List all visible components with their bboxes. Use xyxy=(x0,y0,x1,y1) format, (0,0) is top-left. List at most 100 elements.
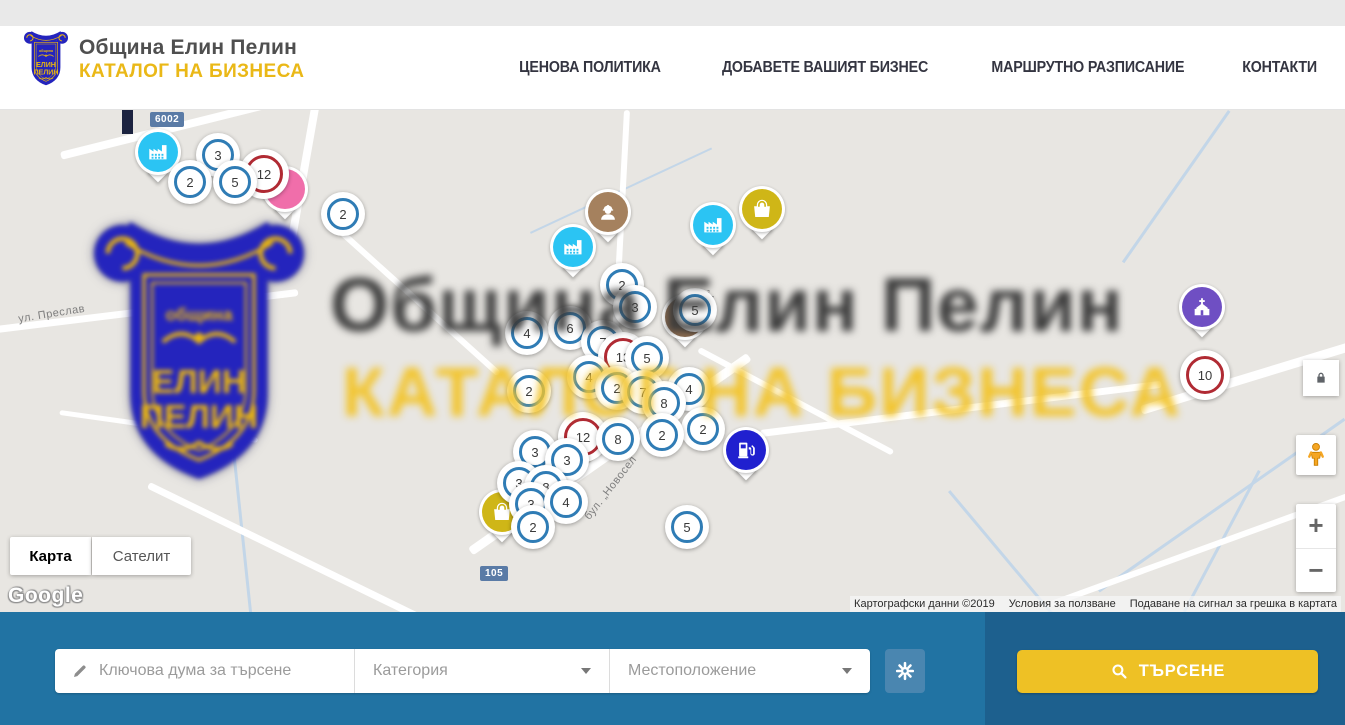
nav-route-schedule-link[interactable]: МАРШРУТНО РАЗПИСАНИЕ xyxy=(991,59,1184,77)
category-select[interactable]: Категория xyxy=(355,649,610,693)
search-icon xyxy=(1110,662,1129,681)
google-logo[interactable]: Google xyxy=(8,584,83,608)
site-title: Община Елин Пелин xyxy=(79,36,304,60)
map-water-line xyxy=(228,412,264,612)
main-nav: ЦЕНОВА ПОЛИТИКА ДОБАВЕТЕ ВАШИЯТ БИЗНЕС М… xyxy=(513,26,1320,110)
cluster-count: 2 xyxy=(186,175,193,190)
nav-add-business-link[interactable]: ДОБАВЕТЕ ВАШИЯТ БИЗНЕС xyxy=(722,59,928,77)
search-button-label: ТЪРСЕНЕ xyxy=(1139,662,1225,681)
cluster-count: 5 xyxy=(231,175,238,190)
keyword-field-cell xyxy=(55,649,355,693)
cluster-count: 4 xyxy=(585,370,592,385)
map-attribution: Картографски данни ©2019 Условия за полз… xyxy=(850,596,1341,612)
chevron-down-icon xyxy=(842,668,852,674)
cluster-marker[interactable]: 4 xyxy=(505,311,549,355)
cluster-count: 8 xyxy=(660,396,667,411)
cluster-count: 4 xyxy=(562,495,569,510)
location-select[interactable]: Местоположение xyxy=(610,649,870,693)
cluster-count: 3 xyxy=(214,148,221,163)
cluster-count: 2 xyxy=(658,428,665,443)
factory-icon xyxy=(562,236,584,258)
zoom-control: + − xyxy=(1296,504,1336,592)
church-icon xyxy=(1191,296,1213,318)
map-type-map-button[interactable]: Карта xyxy=(10,537,91,575)
cluster-count: 2 xyxy=(529,520,536,535)
cluster-marker[interactable]: 2 xyxy=(507,369,551,413)
cluster-marker[interactable]: 2 xyxy=(681,407,725,451)
gear-icon xyxy=(894,660,916,682)
map-type-control: Карта Сателит xyxy=(10,537,191,575)
zoom-in-button[interactable]: + xyxy=(1296,504,1336,549)
cluster-count: 2 xyxy=(525,384,532,399)
map-water-line xyxy=(1122,110,1231,263)
cluster-count: 2 xyxy=(339,207,346,222)
factory-icon xyxy=(702,214,724,236)
cluster-count: 4 xyxy=(685,382,692,397)
cluster-marker[interactable]: 8 xyxy=(596,417,640,461)
cluster-count: 3 xyxy=(531,445,538,460)
search-field-group: Категория Местоположение xyxy=(55,649,870,693)
map-road xyxy=(760,381,1162,437)
header: Община Елин Пелин КАТАЛОГ НА БИЗНЕСА ЦЕН… xyxy=(0,26,1345,110)
road-number-badge: 6002 xyxy=(150,112,184,127)
lock-icon xyxy=(1313,370,1329,386)
cluster-marker[interactable]: 2 xyxy=(321,192,365,236)
watermark-crest xyxy=(85,213,313,495)
watermark-title: Община Елин Пелин xyxy=(330,262,1124,349)
church-marker[interactable] xyxy=(1178,284,1226,344)
factory-icon xyxy=(147,141,169,163)
cluster-marker[interactable]: 5 xyxy=(665,505,709,549)
factory-marker[interactable] xyxy=(549,224,597,284)
cluster-count: 12 xyxy=(257,167,271,182)
cluster-marker[interactable]: 5 xyxy=(213,160,257,204)
cluster-count: 4 xyxy=(523,326,530,341)
municipality-crest-icon xyxy=(22,29,70,89)
cluster-count: 2 xyxy=(613,381,620,396)
keyword-search-input[interactable] xyxy=(99,662,349,680)
map-canvas[interactable]: 321252235467135242748221283338342510 Общ… xyxy=(0,110,1345,612)
factory-marker[interactable] xyxy=(689,202,737,262)
pencil-icon xyxy=(71,662,89,680)
map-clipped-label xyxy=(122,110,133,134)
nav-pricing-link[interactable]: ЦЕНОВА ПОЛИТИКА xyxy=(519,59,661,77)
bag-marker[interactable] xyxy=(738,186,786,246)
nav-contacts-link[interactable]: КОНТАКТИ xyxy=(1242,59,1317,77)
site-subtitle: КАТАЛОГ НА БИЗНЕСА xyxy=(79,61,304,83)
cluster-count: 2 xyxy=(699,422,706,437)
category-select-value: Категория xyxy=(373,662,448,680)
top-strip xyxy=(0,0,1345,26)
map-data-copyright: Картографски данни ©2019 xyxy=(854,598,995,610)
map-type-satellite-button[interactable]: Сателит xyxy=(92,537,191,575)
cluster-marker[interactable]: 3 xyxy=(613,285,657,329)
worker-icon xyxy=(597,201,619,223)
cluster-count: 3 xyxy=(631,300,638,315)
cluster-count: 6 xyxy=(566,321,573,336)
report-error-link[interactable]: Подаване на сигнал за грешка в картата xyxy=(1130,598,1337,610)
cluster-count: 10 xyxy=(1198,368,1212,383)
road-number-badge: 105 xyxy=(480,566,508,581)
terms-link[interactable]: Условия за ползване xyxy=(1009,598,1116,610)
site-logo[interactable]: Община Елин Пелин КАТАЛОГ НА БИЗНЕСА xyxy=(22,29,304,89)
zoom-out-button[interactable]: − xyxy=(1296,549,1336,593)
watermark-subtitle: КАТАЛОГ НА БИЗНЕСА xyxy=(342,352,1182,432)
pegman-icon xyxy=(1303,442,1329,468)
location-select-value: Местоположение xyxy=(628,662,756,680)
chevron-down-icon xyxy=(581,668,591,674)
fullscreen-lock-button[interactable] xyxy=(1303,360,1339,396)
cluster-count: 5 xyxy=(691,303,698,318)
fuel-marker[interactable] xyxy=(722,427,770,487)
cluster-count: 8 xyxy=(614,432,621,447)
advanced-settings-button[interactable] xyxy=(885,649,925,693)
street-view-pegman-button[interactable] xyxy=(1296,435,1336,475)
cluster-marker[interactable]: 2 xyxy=(640,413,684,457)
bag-icon xyxy=(751,198,773,220)
cluster-count: 5 xyxy=(683,520,690,535)
cluster-marker[interactable]: 5 xyxy=(673,288,717,332)
cluster-count: 5 xyxy=(643,351,650,366)
search-bar: Категория Местоположение ТЪРСЕНЕ xyxy=(0,612,1345,725)
cluster-marker[interactable]: 10 xyxy=(1180,350,1230,400)
cluster-count: 3 xyxy=(563,453,570,468)
cluster-marker[interactable]: 2 xyxy=(168,160,212,204)
search-button[interactable]: ТЪРСЕНЕ xyxy=(1017,650,1318,693)
cluster-marker[interactable]: 2 xyxy=(511,505,555,549)
